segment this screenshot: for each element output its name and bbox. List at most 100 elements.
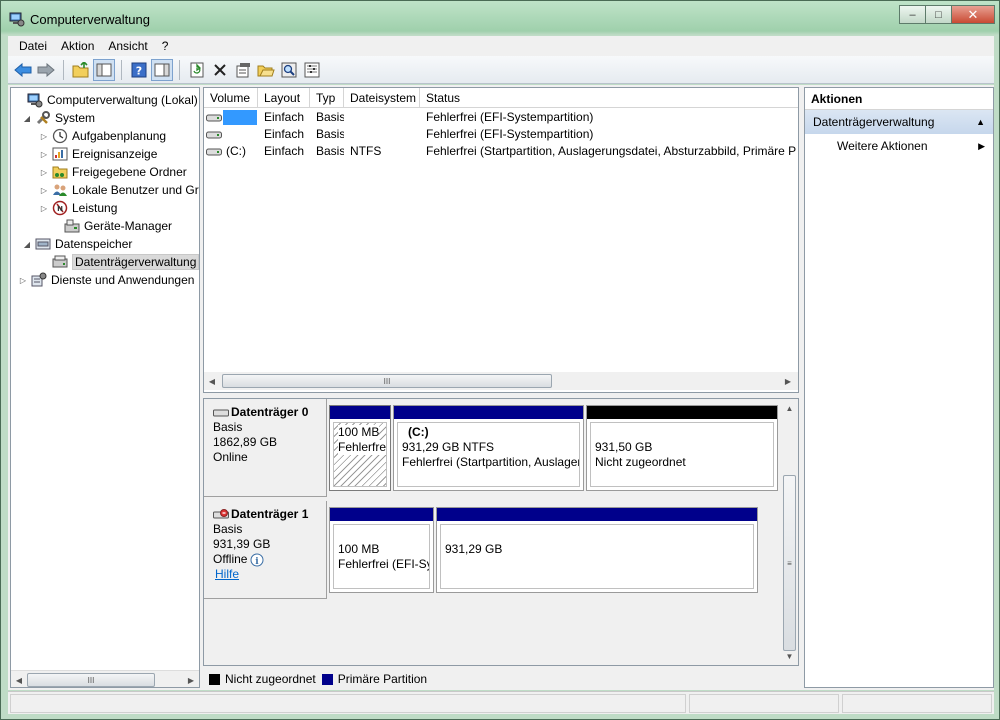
action-weitere-aktionen[interactable]: Weitere Aktionen ▶: [805, 134, 993, 158]
window: Computerverwaltung ‒ □ ✕ Datei Aktion An…: [0, 0, 1000, 720]
tree-item-datentraegerverwaltung[interactable]: Datenträgerverwaltung: [38, 253, 199, 271]
scroll-down-icon[interactable]: ▼: [781, 647, 798, 665]
column-header-status[interactable]: Status: [420, 88, 796, 108]
disk-map: Datenträger 0 Basis 1862,89 GB Online 10…: [203, 398, 799, 666]
tree-item-dienste-anwendungen[interactable]: ▷ Dienste und Anwendungen: [17, 271, 194, 289]
tree-item-label: Dienste und Anwendungen: [51, 273, 195, 287]
collapse-arrow-icon[interactable]: ◢: [21, 112, 33, 124]
disk-0-label[interactable]: Datenträger 0 Basis 1862,89 GB Online: [204, 399, 327, 497]
drive-icon: [206, 130, 222, 140]
performance-icon: N: [52, 200, 68, 216]
actions-pane: Aktionen Datenträgerverwaltung ▲ Weitere…: [804, 87, 994, 688]
show-tree-icon[interactable]: [93, 58, 115, 81]
info-icon[interactable]: i: [250, 553, 264, 567]
layout-cell: Einfach: [264, 127, 305, 141]
partition-body: 931,29 GB: [440, 524, 754, 589]
disk-1-partition-efi[interactable]: 100 MB Fehlerfrei (EFI-Systempartition): [329, 507, 434, 593]
status-bar: [8, 691, 994, 714]
properties-icon[interactable]: [232, 59, 254, 81]
computer-icon: [27, 92, 43, 108]
maximize-button[interactable]: □: [925, 5, 951, 24]
toolbar: ?: [8, 56, 994, 84]
typ-cell: Basis: [316, 144, 344, 158]
column-header-typ[interactable]: Typ: [310, 88, 344, 108]
tree-item-computerverwaltung[interactable]: Computerverwaltung (Lokal): [13, 91, 198, 109]
disk-icon: [213, 408, 229, 418]
actions-group-label: Datenträgerverwaltung: [813, 115, 935, 129]
help-link[interactable]: Hilfe: [215, 567, 326, 582]
disk-0-partition-efi[interactable]: 100 MB Fehlerfrei (EFI-Systempartition): [329, 405, 391, 491]
open-icon[interactable]: [255, 59, 277, 81]
scrollbar-thumb[interactable]: ≡: [783, 475, 796, 651]
volume-list-horizontal-scrollbar[interactable]: ◀ III ▶: [204, 372, 798, 390]
forward-icon[interactable]: [35, 59, 57, 81]
partition-body: 931,50 GB Nicht zugeordnet: [590, 422, 774, 487]
tree-item-system[interactable]: ◢ System: [21, 109, 95, 127]
tree-item-geraete-manager[interactable]: Geräte-Manager: [50, 217, 172, 235]
tree-item-aufgabenplanung[interactable]: ▷ Aufgabenplanung: [38, 127, 166, 145]
scroll-right-icon[interactable]: ▶: [183, 671, 199, 687]
disk-1-state-row: Offline i: [213, 552, 326, 567]
expand-arrow-icon[interactable]: ▷: [38, 148, 50, 160]
menu-help[interactable]: ?: [155, 39, 176, 53]
close-button[interactable]: ✕: [951, 5, 995, 24]
up-folder-icon[interactable]: [70, 59, 92, 81]
column-header-dateisystem[interactable]: Dateisystem: [344, 88, 420, 108]
column-header-layout[interactable]: Layout: [258, 88, 310, 108]
scroll-up-icon[interactable]: ▲: [781, 399, 798, 417]
disk-1-label[interactable]: Datenträger 1 Basis 931,39 GB Offline i …: [204, 501, 327, 599]
partition-status: Fehlerfrei (Startpartition, Auslagerungs…: [402, 455, 579, 469]
expand-arrow-icon[interactable]: ▷: [38, 184, 50, 196]
minimize-button[interactable]: ‒: [899, 5, 925, 24]
help-icon[interactable]: ?: [128, 59, 150, 81]
computer-management-icon: [9, 11, 25, 27]
scroll-left-icon[interactable]: ◀: [11, 671, 27, 687]
expand-arrow-icon[interactable]: ▷: [38, 130, 50, 142]
menu-datei[interactable]: Datei: [12, 39, 54, 53]
expand-arrow-icon[interactable]: ▷: [38, 166, 50, 178]
tree-item-leistung[interactable]: ▷ N Leistung: [38, 199, 117, 217]
drive-icon: [206, 113, 222, 123]
tree-item-ereignisanzeige[interactable]: ▷ Ereignisanzeige: [38, 145, 157, 163]
table-row[interactable]: (C:) Einfach Basis NTFS Fehlerfrei (Star…: [204, 143, 796, 160]
scroll-left-icon[interactable]: ◀: [204, 372, 220, 390]
show-action-pane-icon[interactable]: [151, 58, 173, 81]
menu-ansicht[interactable]: Ansicht: [101, 39, 154, 53]
disk-map-vertical-scrollbar[interactable]: ▲ ≡ ▼: [781, 399, 798, 665]
middle-pane: Volume Layout Typ Dateisystem Status Ein…: [203, 87, 799, 688]
table-row[interactable]: Einfach Basis Fehlerfrei (EFI-Systempart…: [204, 126, 796, 143]
console-tree: Computerverwaltung (Lokal) ◢ System ▷ Au…: [10, 87, 200, 688]
tree-horizontal-scrollbar[interactable]: ◀ III ▶: [11, 670, 199, 687]
collapse-up-icon[interactable]: ▲: [976, 110, 985, 134]
refresh-icon[interactable]: [186, 59, 208, 81]
back-icon[interactable]: [12, 59, 34, 81]
settings-icon[interactable]: [301, 59, 323, 81]
tree-item-label: Leistung: [72, 201, 118, 215]
disk-0-unallocated[interactable]: 931,50 GB Nicht zugeordnet: [586, 405, 778, 491]
partition-size: 931,50 GB: [595, 440, 653, 454]
actions-header: Aktionen: [805, 88, 993, 110]
tree-item-freigegebene-ordner[interactable]: ▷ Freigegebene Ordner: [38, 163, 187, 181]
drive-icon: [206, 147, 222, 157]
tree-item-datenspeicher[interactable]: ◢ Datenspeicher: [21, 235, 132, 253]
column-header-volume[interactable]: Volume: [204, 88, 258, 108]
table-row[interactable]: Einfach Basis Fehlerfrei (EFI-Systempart…: [204, 109, 796, 126]
search-icon[interactable]: [278, 59, 300, 81]
expand-arrow-icon[interactable]: ▷: [38, 202, 50, 214]
collapse-arrow-icon[interactable]: ◢: [21, 238, 33, 250]
disk-0-partition-c[interactable]: (C:) 931,29 GB NTFS Fehlerfrei (Startpar…: [393, 405, 584, 491]
tree-item-lokale-benutzer[interactable]: ▷ Lokale Benutzer und Gruppen: [38, 181, 199, 199]
expand-arrow-icon[interactable]: ▷: [17, 274, 29, 286]
partition-body: 100 MB Fehlerfrei (EFI-Systempartition): [333, 524, 430, 589]
partition-size: 100 MB: [338, 542, 380, 556]
scroll-right-icon[interactable]: ▶: [780, 372, 796, 390]
delete-icon[interactable]: [209, 59, 231, 81]
legend: Nicht zugeordnet Primäre Partition: [203, 670, 799, 688]
scrollbar-thumb[interactable]: III: [27, 673, 155, 687]
disk-1-partition-primary[interactable]: 931,29 GB: [436, 507, 758, 593]
scrollbar-thumb[interactable]: III: [222, 374, 552, 388]
title-bar[interactable]: Computerverwaltung ‒ □ ✕: [1, 1, 999, 35]
menu-aktion[interactable]: Aktion: [54, 39, 101, 53]
disk-0-type: Basis: [213, 420, 243, 434]
actions-group-datentraegerverwaltung[interactable]: Datenträgerverwaltung ▲: [805, 110, 993, 134]
